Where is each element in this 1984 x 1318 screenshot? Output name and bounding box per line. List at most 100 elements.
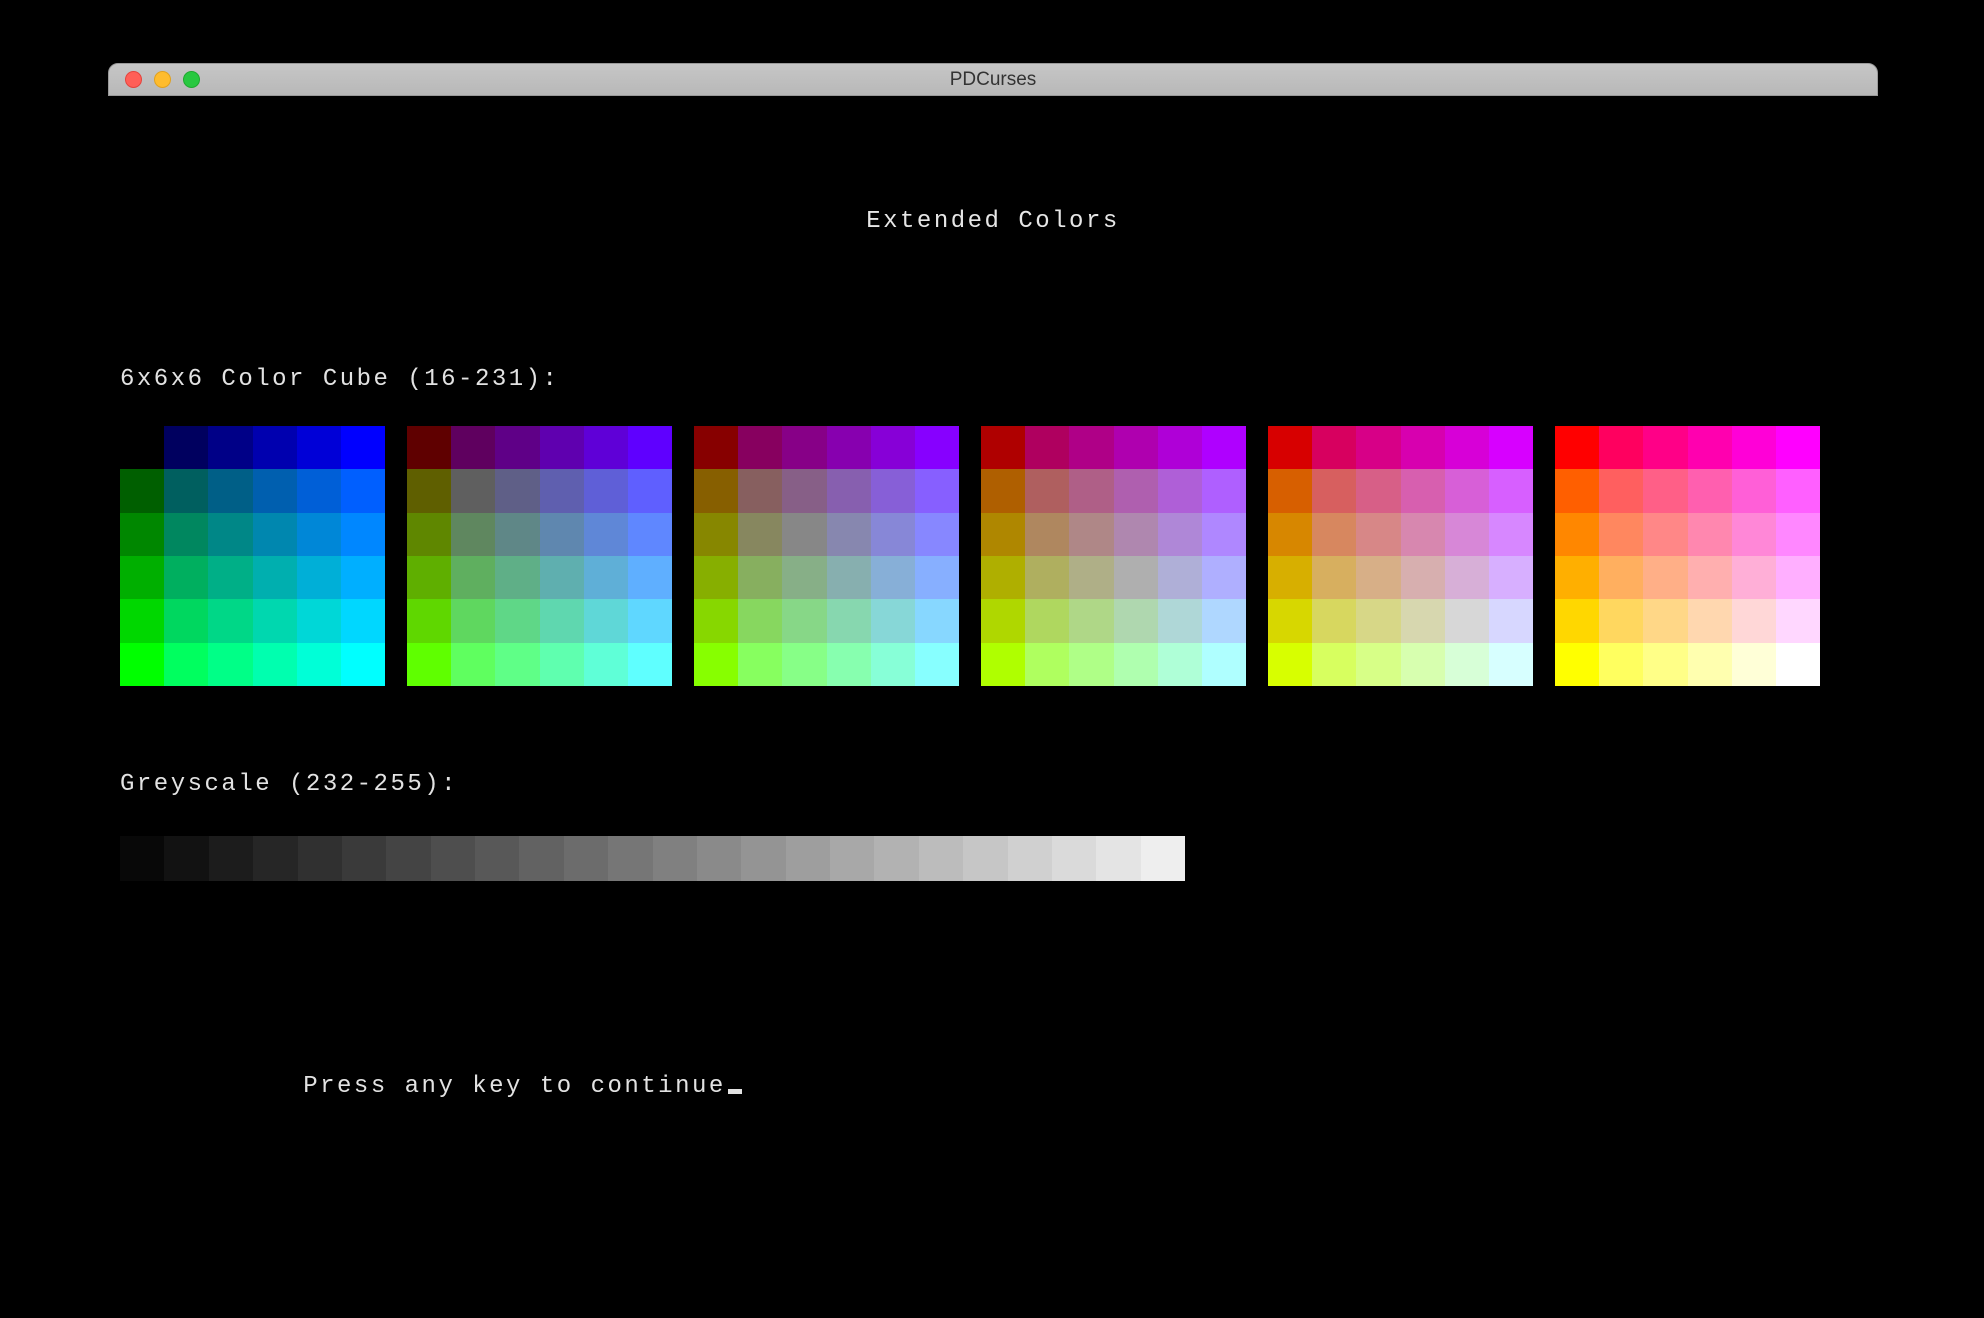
color-cell (1158, 599, 1202, 642)
color-cell (297, 469, 341, 512)
titlebar[interactable]: PDCurses (108, 63, 1878, 96)
color-cell (1401, 556, 1445, 599)
color-cell (1776, 469, 1820, 512)
color-cell (827, 556, 871, 599)
color-cell (1643, 643, 1687, 686)
color-cell (827, 513, 871, 556)
color-cell (407, 469, 451, 512)
color-cell (1688, 599, 1732, 642)
maximize-icon[interactable] (183, 71, 200, 88)
color-cell (1025, 469, 1069, 512)
greyscale-cell (919, 836, 963, 881)
color-cell (1643, 426, 1687, 469)
color-cell (208, 469, 252, 512)
color-cell (297, 643, 341, 686)
color-cell (1025, 426, 1069, 469)
color-cell (1356, 556, 1400, 599)
greyscale-cell (653, 836, 697, 881)
color-cell (1489, 556, 1533, 599)
color-cell (451, 599, 495, 642)
color-cell (540, 599, 584, 642)
color-cell (628, 599, 672, 642)
color-cell (253, 643, 297, 686)
color-cell (1158, 426, 1202, 469)
color-cell (915, 513, 959, 556)
color-cell (208, 426, 252, 469)
color-cell (253, 599, 297, 642)
color-cell (120, 513, 164, 556)
color-cell (1599, 426, 1643, 469)
color-cell (1688, 556, 1732, 599)
color-cell (782, 556, 826, 599)
color-cell (1268, 513, 1312, 556)
color-cube-slice (1555, 426, 1820, 686)
color-cell (495, 643, 539, 686)
color-cell (584, 599, 628, 642)
color-cell (1356, 599, 1400, 642)
color-cube-slice (694, 426, 959, 686)
color-cell (1202, 469, 1246, 512)
color-cube (120, 426, 1820, 686)
color-cell (1025, 513, 1069, 556)
color-cell (738, 426, 782, 469)
color-cell (981, 556, 1025, 599)
color-cell (782, 643, 826, 686)
color-cell (1114, 469, 1158, 512)
color-cell (1732, 556, 1776, 599)
color-cell (1445, 556, 1489, 599)
greyscale-cell (298, 836, 342, 881)
color-cell (495, 599, 539, 642)
color-cell (495, 556, 539, 599)
color-cell (1202, 643, 1246, 686)
terminal-content[interactable]: Extended Colors 6x6x6 Color Cube (16-231… (108, 96, 1878, 1316)
color-cell (341, 643, 385, 686)
color-cell (584, 643, 628, 686)
prompt-text: Press any key to continue (269, 1073, 725, 1100)
color-cell (738, 643, 782, 686)
color-cell (871, 643, 915, 686)
close-icon[interactable] (125, 71, 142, 88)
color-cell (827, 643, 871, 686)
color-cell (1158, 513, 1202, 556)
color-cell (1776, 643, 1820, 686)
color-cell (1489, 469, 1533, 512)
color-cell (782, 469, 826, 512)
color-cell (407, 513, 451, 556)
color-cell (782, 513, 826, 556)
color-cube-slice (981, 426, 1246, 686)
color-cell (915, 599, 959, 642)
color-cell (341, 513, 385, 556)
greyscale-cell (386, 836, 430, 881)
color-cell (451, 643, 495, 686)
color-cell (451, 556, 495, 599)
color-cell (628, 513, 672, 556)
color-cell (1555, 426, 1599, 469)
color-cell (1401, 513, 1445, 556)
color-cell (1688, 426, 1732, 469)
continue-prompt: Press any key to continue (168, 1046, 742, 1127)
color-cell (120, 469, 164, 512)
color-cell (341, 426, 385, 469)
color-cell (253, 469, 297, 512)
greyscale-cell (342, 836, 386, 881)
color-cell (738, 556, 782, 599)
color-cell (1268, 426, 1312, 469)
color-cell (1312, 513, 1356, 556)
color-cell (1202, 599, 1246, 642)
color-cell (1312, 556, 1356, 599)
app-window: PDCurses Extended Colors 6x6x6 Color Cub… (108, 63, 1878, 1316)
color-cell (1776, 556, 1820, 599)
color-cell (1489, 599, 1533, 642)
greyscale-cell (1096, 836, 1140, 881)
color-cell (1732, 599, 1776, 642)
color-cell (694, 556, 738, 599)
color-cell (297, 426, 341, 469)
color-cell (208, 643, 252, 686)
color-cell (540, 513, 584, 556)
greyscale-cell (1008, 836, 1052, 881)
greyscale-cell (874, 836, 918, 881)
color-cell (1025, 556, 1069, 599)
color-cell (1599, 556, 1643, 599)
minimize-icon[interactable] (154, 71, 171, 88)
color-cell (1401, 643, 1445, 686)
